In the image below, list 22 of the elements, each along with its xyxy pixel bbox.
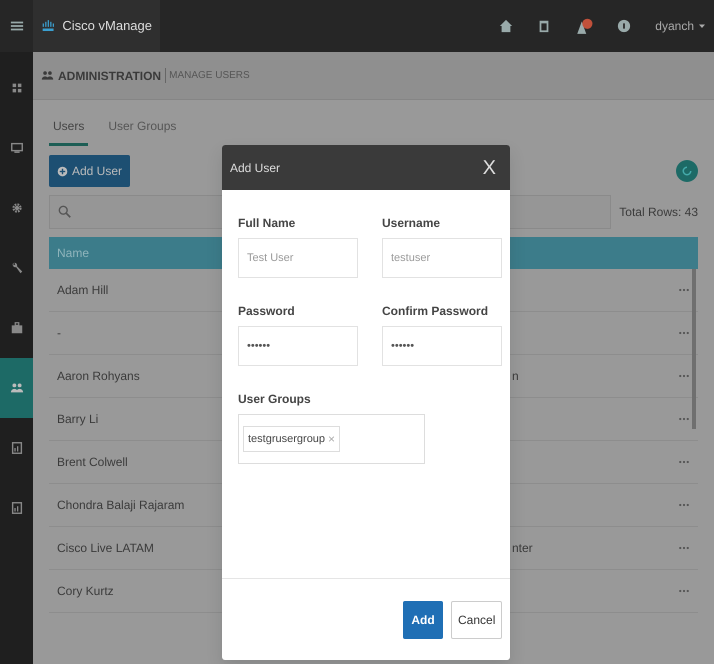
app-title: Cisco vManage xyxy=(62,17,152,36)
breadcrumb-page: MANAGE USERS xyxy=(165,68,250,83)
field-label: Password xyxy=(238,303,296,320)
table-cell-text: Adam Hill xyxy=(57,282,110,299)
table-cell-text: Cory Kurtz xyxy=(57,583,115,600)
field-label: Confirm Password xyxy=(382,303,490,320)
table-cell-text: Cisco Live LATAM xyxy=(57,540,155,557)
table-cell-text: Brent Colwell xyxy=(57,454,129,471)
field-label: Full Name xyxy=(238,215,296,232)
table-cell-text: nter xyxy=(512,540,534,557)
field-label: Username xyxy=(382,215,442,232)
field-label: User Groups xyxy=(238,391,312,408)
column-header: Name xyxy=(57,245,90,262)
modal-title: Add User xyxy=(230,160,280,176)
table-cell-text: n xyxy=(512,368,520,385)
total-rows-label: Total Rows: 43 xyxy=(618,204,698,221)
table-cell-text: Aaron Rohyans xyxy=(57,368,141,385)
table-cell-text: Barry Li xyxy=(57,411,100,428)
breadcrumb-section: ADMINISTRATION xyxy=(58,66,162,84)
tag-label: testgrusergroup xyxy=(248,432,326,447)
table-cell-text: - xyxy=(57,325,62,342)
table-cell-text: Chondra Balaji Rajaram xyxy=(57,497,186,514)
